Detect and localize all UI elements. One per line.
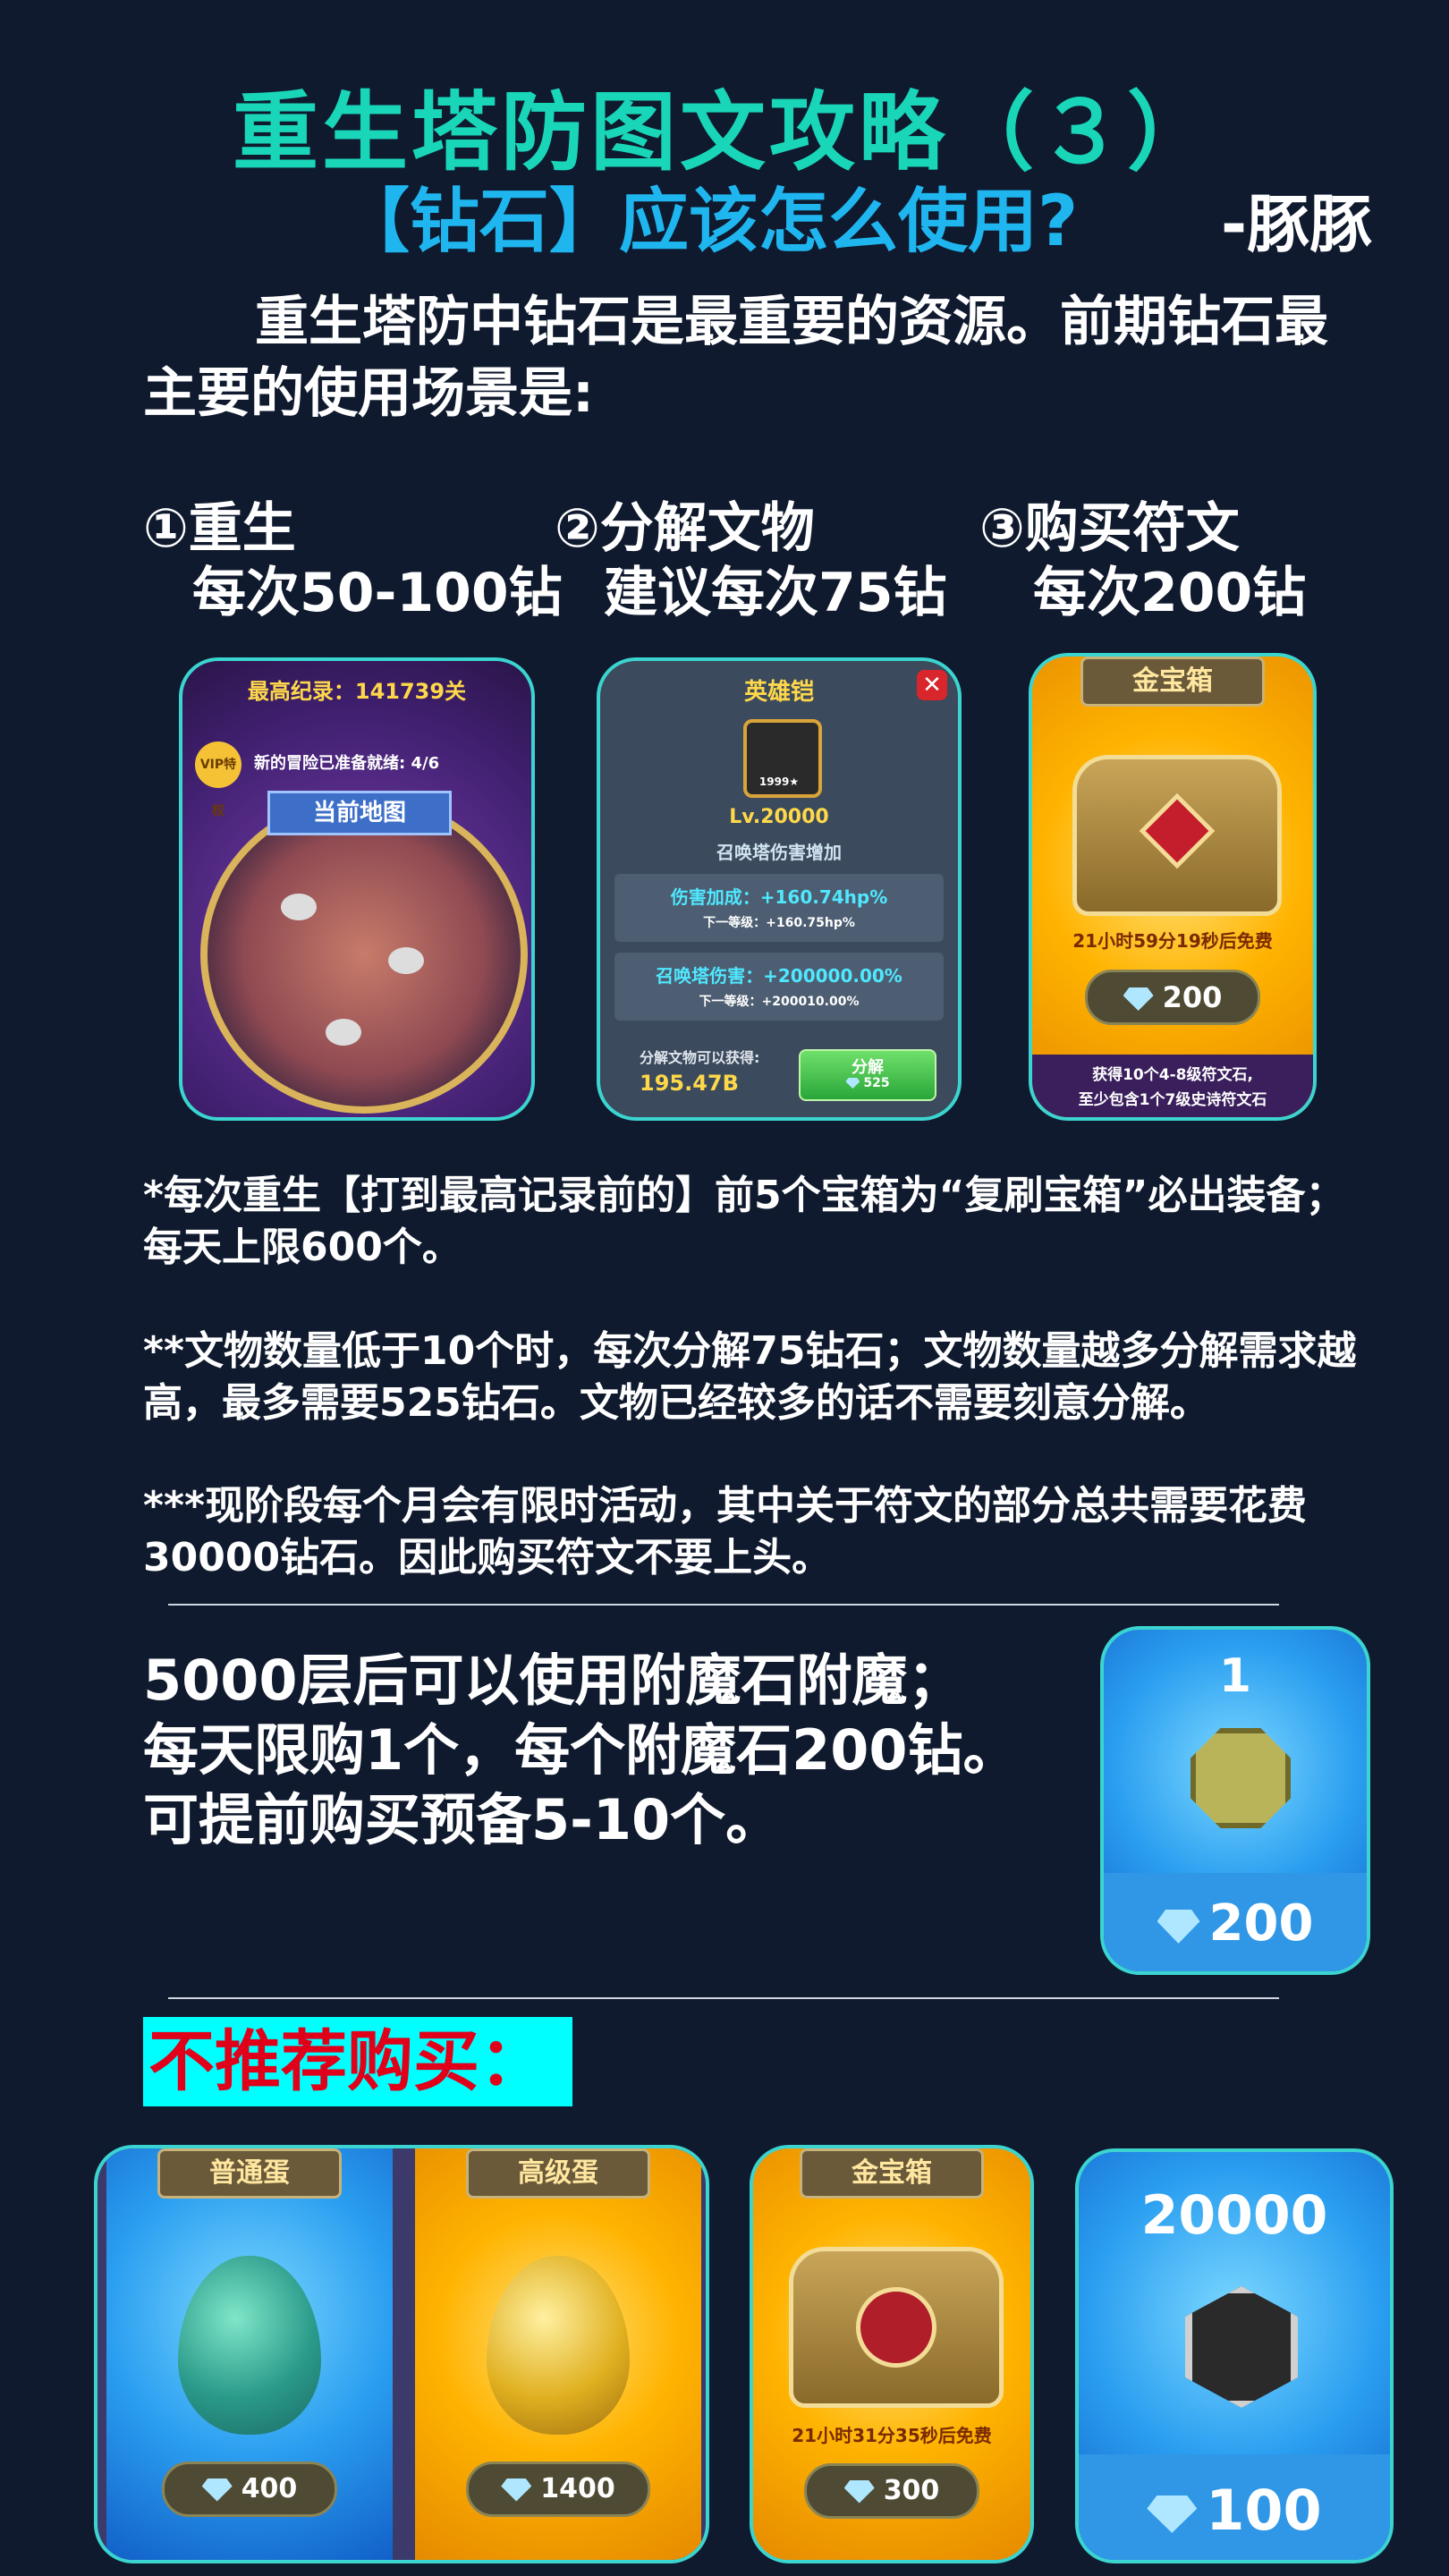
decompose-button[interactable]: 分解 525 <box>799 1049 936 1101</box>
decompose-label: 分解 <box>852 1058 884 1077</box>
record-text: 最高纪录：141739关 <box>247 679 467 704</box>
stat2-text: 召唤塔伤害：+200000.00% <box>656 965 902 987</box>
gain-label: 分解文物可以获得: <box>640 1049 760 1066</box>
stat1-text: 伤害加成：+160.74hp% <box>670 886 888 908</box>
gold-chest-price: 300 <box>804 2463 979 2519</box>
divider <box>168 1997 1279 1999</box>
normal-egg-panel[interactable]: 普通蛋 400 <box>106 2148 393 2560</box>
relic-title: 英雄铠 <box>743 679 814 706</box>
relic-desc: 召唤塔伤害增加 <box>716 842 842 863</box>
normal-egg-icon <box>178 2256 321 2435</box>
divider <box>168 1604 1279 1606</box>
chest-gem <box>1139 792 1216 869</box>
rune-chest-footer: 获得10个4-8级符文石, 至少包含1个7级史诗符文石 <box>1032 1055 1313 1117</box>
stat-box-2: 召唤塔伤害：+200000.00% 下一等级：+200010.00% <box>614 953 944 1021</box>
stat2-next: 下一等级：+200010.00% <box>699 995 860 1009</box>
rune-chest-title: 金宝箱 <box>1080 657 1265 707</box>
diamond-icon <box>1147 2495 1198 2533</box>
premium-egg-icon <box>487 2256 630 2435</box>
enchant-price: 200 <box>1104 1894 1367 1953</box>
relic-level: Lv.20000 <box>729 806 829 828</box>
rune-stone-price-bar: 100 <box>1079 2454 1390 2560</box>
stat-box-1: 伤害加成：+160.74hp% 下一等级：+160.75hp% <box>614 874 944 942</box>
decompose-cost: 525 <box>801 1076 935 1090</box>
use-rune: ③购买符文 每次200钻 <box>979 496 1306 625</box>
rune-stone-price-value: 100 <box>1206 2478 1322 2543</box>
use-relic-cost: 建议每次75钻 <box>604 562 947 624</box>
gold-chest-card[interactable]: 金宝箱 21小时31分35秒后免费 300 <box>750 2145 1034 2563</box>
normal-egg-title: 普通蛋 <box>157 2148 342 2199</box>
use-relic-name: ②分解文物 <box>555 497 815 560</box>
rune-chest-foot1: 获得10个4-8级符文石, <box>1092 1066 1253 1084</box>
premium-egg-price-value: 1400 <box>540 2473 615 2504</box>
egg-shop-card: 普通蛋 400 高级蛋 1400 <box>94 2145 709 2563</box>
enchant-stone-icon <box>1191 1728 1291 1828</box>
rune-chest-foot2: 至少包含1个7级史诗符文石 <box>1078 1091 1267 1109</box>
map-node <box>281 894 317 920</box>
normal-egg-price: 400 <box>162 2462 337 2517</box>
diamond-icon <box>843 2479 875 2504</box>
use-rune-name: ③购买符文 <box>979 497 1240 560</box>
relic-badge: 1999★ <box>758 775 800 788</box>
diamond-icon <box>1123 987 1154 1011</box>
rune-chest-price-value: 200 <box>1162 980 1223 1014</box>
chest-icon <box>1072 755 1282 916</box>
rebirth-card: 最高纪录：141739关 VIP特权 新的冒险已准备就绪: 4/6 当前地图 <box>179 657 535 1121</box>
premium-egg-title: 高级蛋 <box>466 2148 650 2199</box>
enchant-price-bar: 200 <box>1104 1873 1367 1971</box>
chest-emblem <box>856 2287 936 2368</box>
gold-chest-price-value: 300 <box>883 2475 940 2506</box>
normal-egg-price-value: 400 <box>241 2473 298 2504</box>
map-preview[interactable] <box>200 795 528 1114</box>
use-relic: ②分解文物 建议每次75钻 <box>555 496 947 625</box>
intro-paragraph: 重生塔防中钻石是最重要的资源。前期钻石最主要的使用场景是: <box>143 291 1328 425</box>
rune-stone-bundle-card[interactable]: 20000 100 <box>1075 2148 1394 2563</box>
premium-egg-price: 1400 <box>466 2462 650 2517</box>
map-node <box>388 947 424 974</box>
gold-chest-title: 金宝箱 <box>800 2148 984 2199</box>
map-node <box>326 1019 361 1046</box>
enchant-line-2: 每天限购1个，每个附魔石200钻。 <box>143 1717 1019 1783</box>
current-map-banner: 当前地图 <box>267 791 452 835</box>
close-icon[interactable]: ✕ <box>917 670 947 700</box>
enchant-line-3: 可提前购买预备5-10个。 <box>143 1787 782 1852</box>
decompose-cost-value: 525 <box>863 1076 890 1090</box>
rune-chest-card: 金宝箱 21小时59分19秒后免费 200 获得10个4-8级符文石, 至少包含… <box>1029 653 1317 1121</box>
use-rune-cost: 每次200钻 <box>1033 562 1307 624</box>
diamond-icon <box>845 1078 860 1089</box>
diamond-icon <box>201 2478 233 2502</box>
rune-stone-count: 20000 <box>1140 2184 1328 2247</box>
chest-icon <box>789 2247 1004 2408</box>
note-rune: ***现阶段每个月会有限时活动，其中关于符文的部分总共需要花费30000钻石。因… <box>143 1483 1308 1580</box>
enchant-line-1: 5000层后可以使用附魔石附魔； <box>143 1648 963 1713</box>
ready-text: 新的冒险已准备就绪: 4/6 <box>254 754 440 773</box>
use-rebirth-cost: 每次50-100钻 <box>192 562 563 624</box>
rune-stone-icon <box>1185 2286 1298 2408</box>
enchant-price-value: 200 <box>1208 1894 1314 1953</box>
diamond-icon <box>1157 1909 1200 1944</box>
gain-value: 195.47B <box>640 1071 739 1096</box>
diamond-icon <box>501 2478 532 2502</box>
page-subtitle: 【钻石】应该怎么使用? <box>340 182 1079 262</box>
relic-card: 英雄铠 ✕ 1999★ Lv.20000 召唤塔伤害增加 伤害加成：+160.7… <box>597 657 962 1121</box>
gold-chest-timer: 21小时31分35秒后免费 <box>792 2425 992 2446</box>
enchant-text: 5000层后可以使用附魔石附魔； 每天限购1个，每个附魔石200钻。 可提前购买… <box>143 1646 1019 1855</box>
rune-stone-price: 100 <box>1079 2478 1390 2543</box>
enchant-count: 1 <box>1218 1649 1252 1703</box>
stat1-next: 下一等级：+160.75hp% <box>703 916 855 930</box>
note-relic: **文物数量低于10个时，每次分解75钻石；文物数量越多分解需求越高，最多需要5… <box>143 1328 1357 1426</box>
not-recommended-label: 不推荐购买： <box>143 2017 572 2106</box>
author-name: -豚豚 <box>1221 188 1373 261</box>
enchant-stone-card[interactable]: 1 200 <box>1100 1626 1370 1975</box>
note-rebirth: *每次重生【打到最高记录前的】前5个宝箱为“复刷宝箱”必出装备；每天上限600个… <box>143 1173 1345 1270</box>
use-rebirth-name: ①重生 <box>143 497 296 560</box>
vip-badge: VIP特权 <box>195 741 242 818</box>
rune-chest-price[interactable]: 200 <box>1085 970 1260 1025</box>
use-rebirth: ①重生 每次50-100钻 <box>143 496 563 625</box>
premium-egg-panel[interactable]: 高级蛋 1400 <box>415 2148 701 2560</box>
rune-chest-timer: 21小时59分19秒后免费 <box>1072 930 1273 952</box>
